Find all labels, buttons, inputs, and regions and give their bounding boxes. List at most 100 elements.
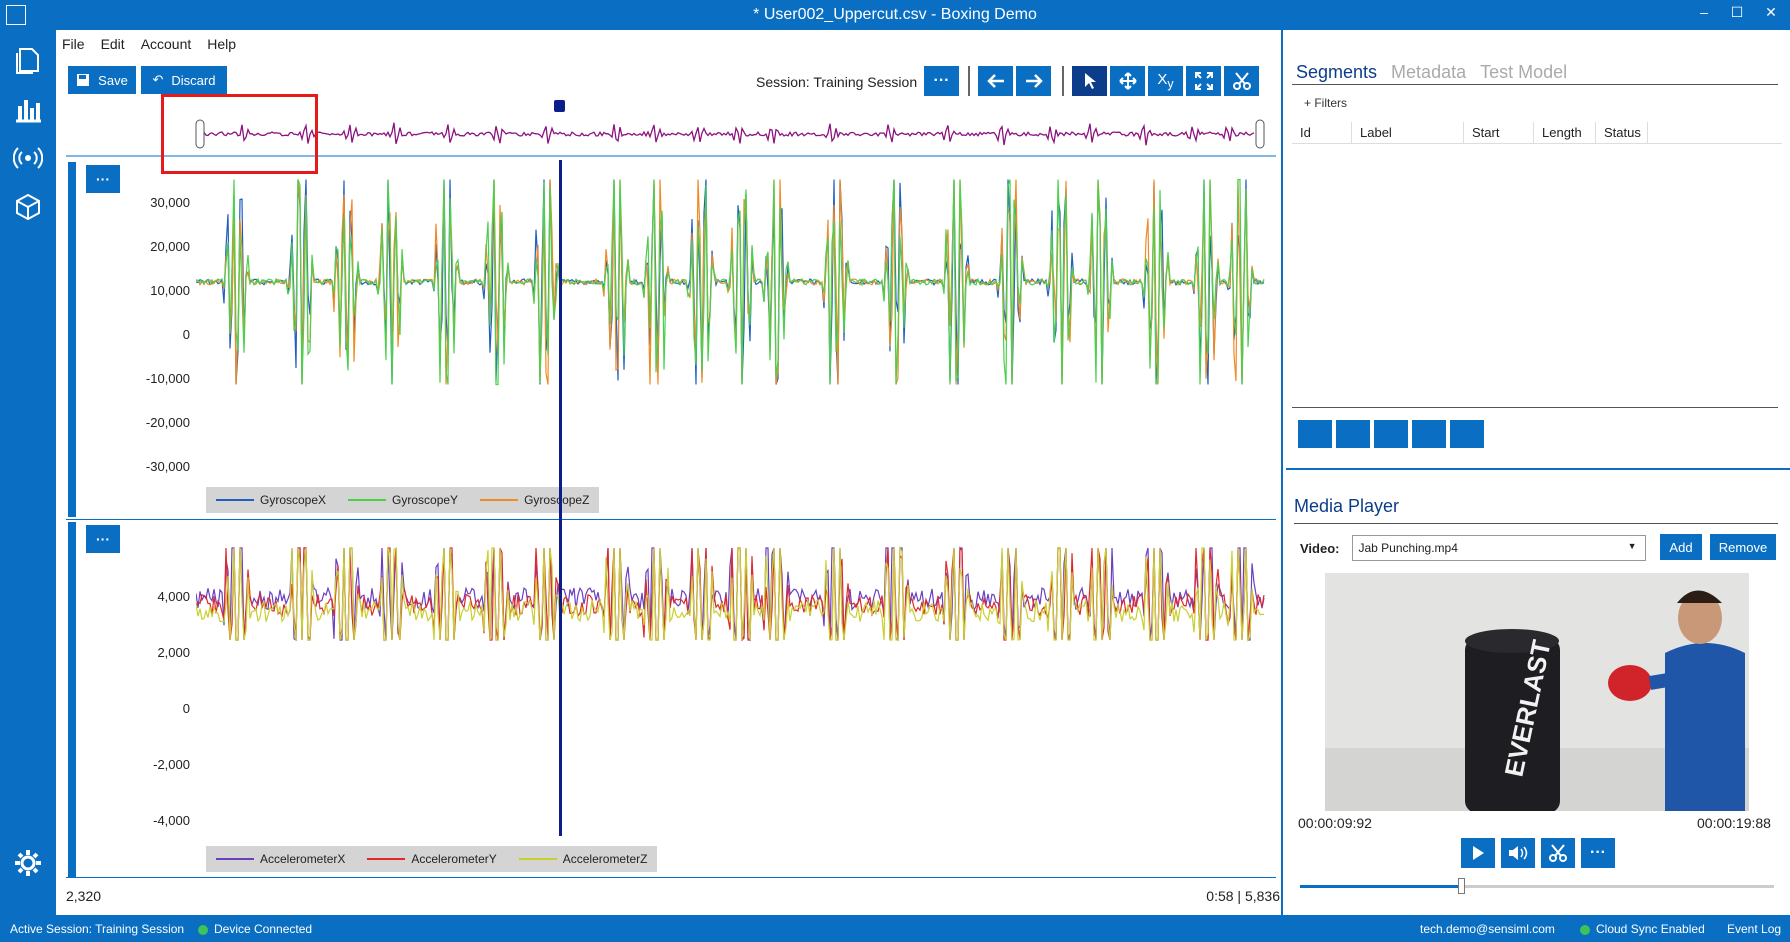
playhead-handle[interactable] [554, 100, 565, 112]
maximize-icon[interactable]: ☐ [1722, 4, 1752, 21]
gyro-chart[interactable] [196, 160, 1266, 490]
seek-slider[interactable] [1300, 878, 1774, 894]
accel-chart[interactable] [196, 520, 1266, 840]
move-arrows-icon [1118, 72, 1137, 90]
y-tick-label: -2,000 [153, 757, 190, 772]
seek-slider-fill [1300, 885, 1460, 888]
volume-button[interactable] [1501, 838, 1535, 868]
legend-accelerometer-y[interactable]: AccelerometerY [367, 852, 497, 866]
chart-icon[interactable] [13, 94, 43, 124]
session-label: Session: [756, 74, 810, 90]
device-signal-icon[interactable] [13, 143, 43, 173]
session-value: Training Session [813, 74, 918, 90]
left-nav [0, 30, 56, 915]
legend-accelerometer-x[interactable]: AccelerometerX [216, 852, 345, 866]
tab-segments[interactable]: Segments [1296, 62, 1377, 83]
settings-gear-icon[interactable] [13, 848, 43, 878]
event-log-link[interactable]: Event Log [1727, 922, 1781, 936]
col-status[interactable]: Status [1596, 122, 1648, 143]
close-icon[interactable]: ✕ [1756, 4, 1786, 21]
menu-edit[interactable]: Edit [101, 36, 125, 56]
next-arrow-button[interactable] [1016, 66, 1051, 96]
legend-gyroscope-y[interactable]: GyroscopeY [348, 493, 458, 507]
filters-link[interactable]: + Filters [1304, 96, 1347, 110]
add-video-button[interactable]: Add [1660, 534, 1702, 560]
overview-signal-line [203, 122, 1255, 146]
documents-icon[interactable] [13, 45, 43, 75]
tab-test-model[interactable]: Test Model [1480, 62, 1567, 83]
time-sample-readout: 0:58 | 5,836 [1206, 888, 1280, 904]
save-disk-icon [77, 74, 90, 86]
range-handle-right[interactable] [1255, 119, 1265, 149]
remove-video-button[interactable]: Remove [1710, 534, 1776, 560]
y-tick-label: -20,000 [145, 415, 190, 430]
xy-icon: Xy [1157, 71, 1174, 91]
scissors-button[interactable] [1224, 66, 1259, 96]
total-time: 00:00:19:88 [1697, 815, 1771, 831]
arrow-left-icon [986, 74, 1004, 88]
gyro-panel-more-button[interactable]: ··· [86, 165, 120, 193]
clip-scissors-button[interactable] [1541, 838, 1575, 868]
playhead-cursor[interactable] [559, 160, 562, 836]
expand-icon [1194, 72, 1213, 90]
segments-table-header: Id Label Start Length Status [1292, 122, 1782, 144]
col-length[interactable]: Length [1534, 122, 1596, 143]
fit-segment-button[interactable] [1450, 420, 1484, 448]
gyro-panel-strip [68, 162, 76, 517]
user-email[interactable]: tech.demo@sensiml.com [1420, 922, 1555, 936]
hide-segment-button[interactable] [1412, 420, 1446, 448]
accel-panel-strip [68, 522, 76, 877]
play-button[interactable] [1461, 838, 1495, 868]
player-more-button[interactable]: ··· [1581, 838, 1615, 868]
y-tick-label: 30,000 [150, 195, 190, 210]
y-tick-label: 10,000 [150, 283, 190, 298]
video-dropdown[interactable]: Jab Punching.mp4 ▼ [1351, 535, 1646, 561]
video-select-row: Video: Jab Punching.mp4 ▼ [1300, 535, 1646, 561]
delete-segment-button[interactable] [1336, 420, 1370, 448]
xy-axis-button[interactable]: Xy [1148, 66, 1183, 96]
save-button[interactable]: Save [68, 66, 136, 94]
scissors-icon [1232, 72, 1251, 90]
col-label[interactable]: Label [1352, 122, 1464, 143]
toolbar-separator [1062, 66, 1064, 96]
session-indicator: Session: Training Session [756, 74, 917, 90]
model-cube-icon[interactable] [13, 192, 43, 222]
menu-account[interactable]: Account [141, 36, 192, 56]
discard-button[interactable]: ↶ Discard [141, 66, 227, 94]
accel-legend: AccelerometerX AccelerometerY Accelerome… [206, 846, 658, 872]
video-label: Video: [1300, 540, 1340, 556]
session-more-button[interactable]: ··· [924, 66, 959, 96]
legend-gyroscope-z[interactable]: GyroscopeZ [480, 493, 589, 507]
segment-toolbar [1298, 420, 1484, 448]
select-pointer-button[interactable] [1072, 66, 1107, 96]
previous-arrow-button[interactable] [978, 66, 1013, 96]
menu-help[interactable]: Help [207, 36, 236, 56]
volume-icon [1509, 846, 1528, 860]
tab-metadata[interactable]: Metadata [1391, 62, 1466, 83]
menu-file[interactable]: File [62, 36, 85, 56]
zoom-extents-button[interactable] [1186, 66, 1221, 96]
col-id[interactable]: Id [1292, 122, 1352, 143]
zoom-segment-button[interactable] [1374, 420, 1408, 448]
device-status: Device Connected [198, 922, 312, 936]
y-tick-label: 4,000 [157, 589, 190, 604]
edit-segment-button[interactable] [1298, 420, 1332, 448]
segment-tabs: Segments Metadata Test Model [1296, 62, 1567, 83]
toolbar-separator [968, 66, 970, 96]
legend-accelerometer-z[interactable]: AccelerometerZ [518, 852, 647, 866]
gyro-legend: GyroscopeX GyroscopeY GyroscopeZ [206, 487, 600, 513]
arrow-right-icon [1025, 74, 1043, 88]
chevron-down-icon: ▼ [1627, 541, 1637, 551]
media-player-title: Media Player [1294, 496, 1400, 516]
save-label: Save [98, 72, 128, 88]
play-icon [1473, 846, 1484, 860]
pan-button[interactable] [1110, 66, 1145, 96]
legend-gyroscope-x[interactable]: GyroscopeX [216, 493, 326, 507]
video-frame[interactable]: EVERLAST [1325, 573, 1749, 811]
col-start[interactable]: Start [1464, 122, 1534, 143]
boxer-video-image: EVERLAST [1325, 573, 1749, 811]
cloud-sync-status: Cloud Sync Enabled [1580, 922, 1705, 936]
accel-panel-more-button[interactable]: ··· [86, 525, 120, 553]
seek-slider-thumb[interactable] [1458, 878, 1465, 894]
minimize-icon[interactable]: – [1689, 4, 1719, 20]
